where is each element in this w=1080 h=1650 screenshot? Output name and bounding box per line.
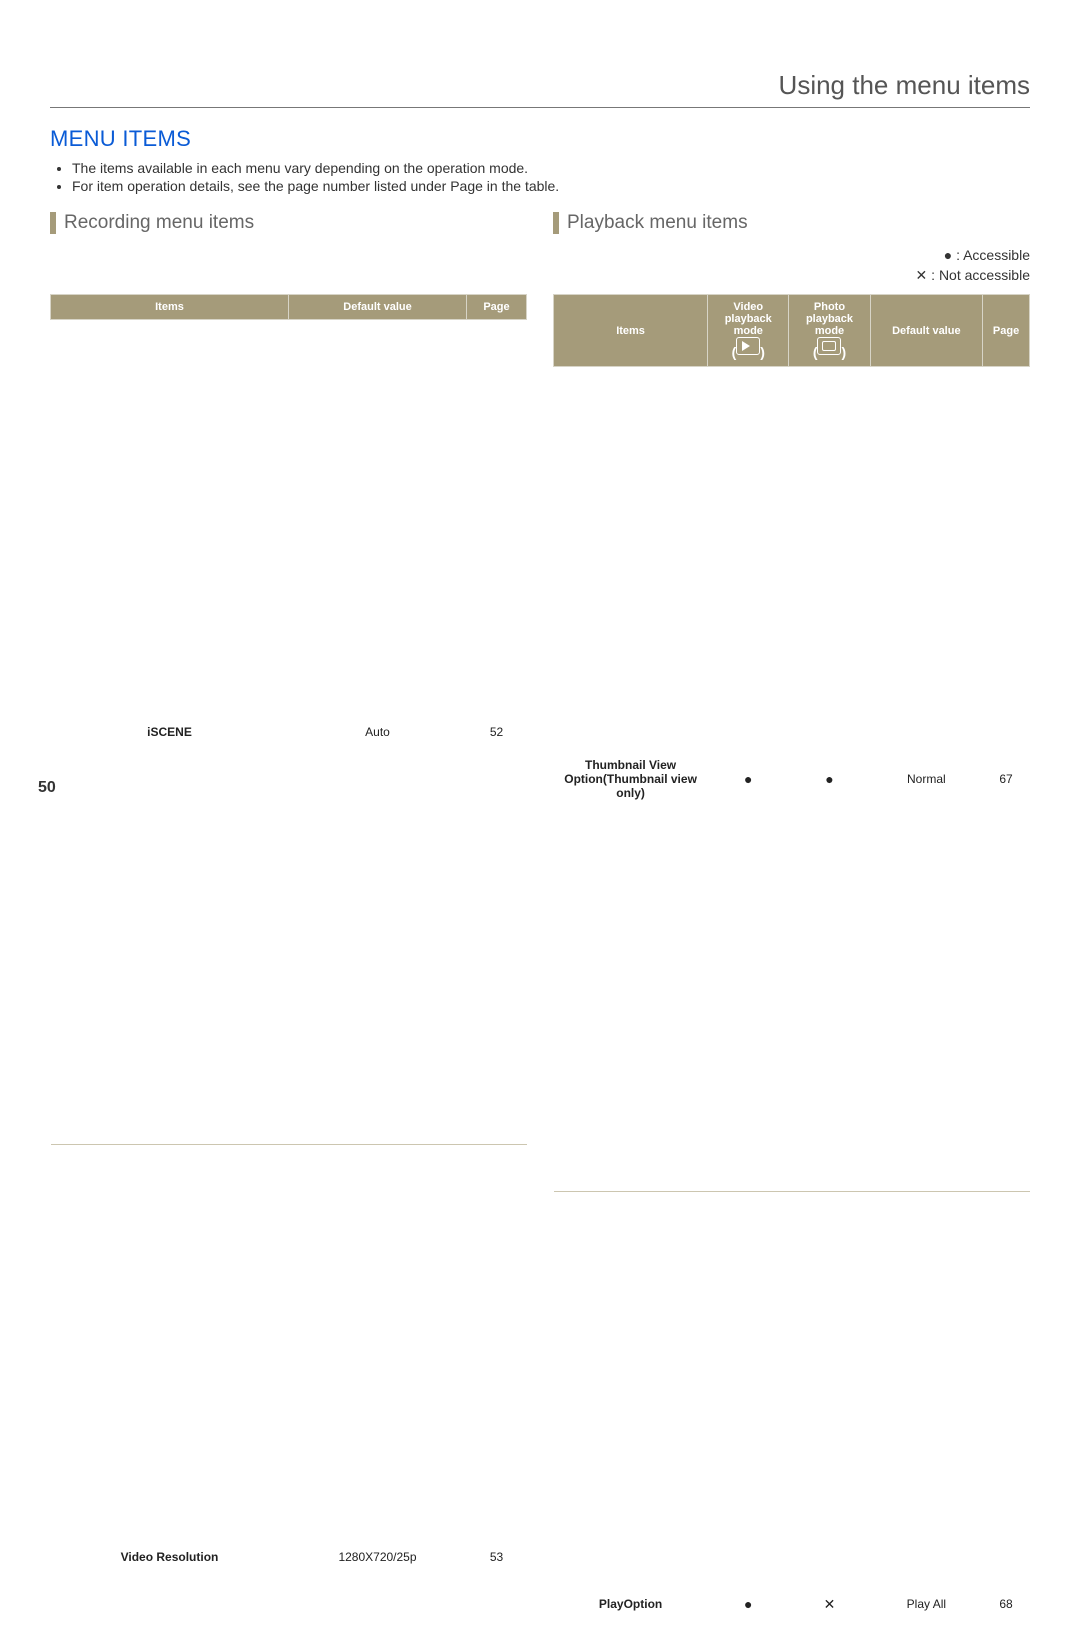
photo-mode-icon-wrap: () [813,346,846,358]
cell-default: Normal [870,367,982,1192]
intro-bullets: The items available in each menu vary de… [50,160,1030,194]
playback-column: Playback menu items ● : Accessible ✕ : N… [553,212,1030,1650]
recording-table: Items Default value Page iSCENEAuto52Vid… [50,294,527,1650]
cell-video-mode: ● [708,367,789,1192]
header-rule: Using the menu items [50,70,1030,108]
col-items: Items [554,295,708,367]
th-line: Video [712,301,784,313]
table-row: Thumbnail View Option(Thumbnail view onl… [554,367,1030,1192]
th-line: playback [712,313,784,325]
cell-item: Video Resolution [51,1145,289,1650]
bullet-item: For item operation details, see the page… [72,178,1030,194]
cell-item: Thumbnail View Option(Thumbnail view onl… [554,367,708,1192]
legend: ● : Accessible ✕ : Not accessible [553,246,1030,288]
legend-accessible: ● : Accessible [553,246,1030,266]
cell-page: 67 [983,367,1030,1192]
spacer [50,246,527,288]
table-row: Video Resolution1280X720/25p53 [51,1145,527,1650]
playback-tbody: Thumbnail View Option(Thumbnail view onl… [554,367,1030,1650]
two-column-layout: Recording menu items Items Default value… [50,212,1030,1650]
th-line: playback [793,313,865,325]
bullet-item: The items available in each menu vary de… [72,160,1030,176]
cell-page: 52 [467,320,527,1145]
th-line: mode [793,325,865,337]
cell-photo-mode: ● [789,367,870,1192]
page-number: 50 [38,779,56,797]
cell-default: Play All [870,1192,982,1650]
recording-tbody: iSCENEAuto52Video Resolution1280X720/25p… [51,320,527,1650]
col-page: Page [467,295,527,320]
recording-column: Recording menu items Items Default value… [50,212,527,1650]
video-mode-icon-wrap: () [732,346,765,358]
page-title: Using the menu items [50,70,1030,101]
col-default: Default value [289,295,467,320]
table-row: iSCENEAuto52 [51,320,527,1145]
cell-page: 68 [983,1192,1030,1650]
col-default: Default value [870,295,982,367]
photo-playback-icon [817,337,841,355]
table-row: PlayOption ●✕Play All68 [554,1192,1030,1650]
cell-page: 53 [467,1145,527,1650]
col-photo-mode: Photo playback mode () [789,295,870,367]
legend-not-accessible: ✕ : Not accessible [553,266,1030,286]
th-line: mode [712,325,784,337]
cell-item: PlayOption [554,1192,708,1650]
th-line: Photo [793,301,865,313]
col-items: Items [51,295,289,320]
section-title: Menu Items [50,126,1030,152]
playback-subtitle: Playback menu items [553,212,1030,234]
cell-video-mode: ● [708,1192,789,1650]
cell-photo-mode: ✕ [789,1192,870,1650]
video-playback-icon [736,337,760,355]
cell-item-name: PlayOption [599,1597,662,1611]
cell-item: iSCENE [51,320,289,1145]
recording-subtitle: Recording menu items [50,212,527,234]
cell-default: Auto [289,320,467,1145]
cell-note: (Thumbnail view only) [603,772,697,800]
col-page: Page [983,295,1030,367]
page: Using the menu items Menu Items The item… [0,0,1080,825]
playback-table: Items Video playback mode () Photo playb… [553,294,1030,1650]
cell-default: 1280X720/25p [289,1145,467,1650]
col-video-mode: Video playback mode () [708,295,789,367]
